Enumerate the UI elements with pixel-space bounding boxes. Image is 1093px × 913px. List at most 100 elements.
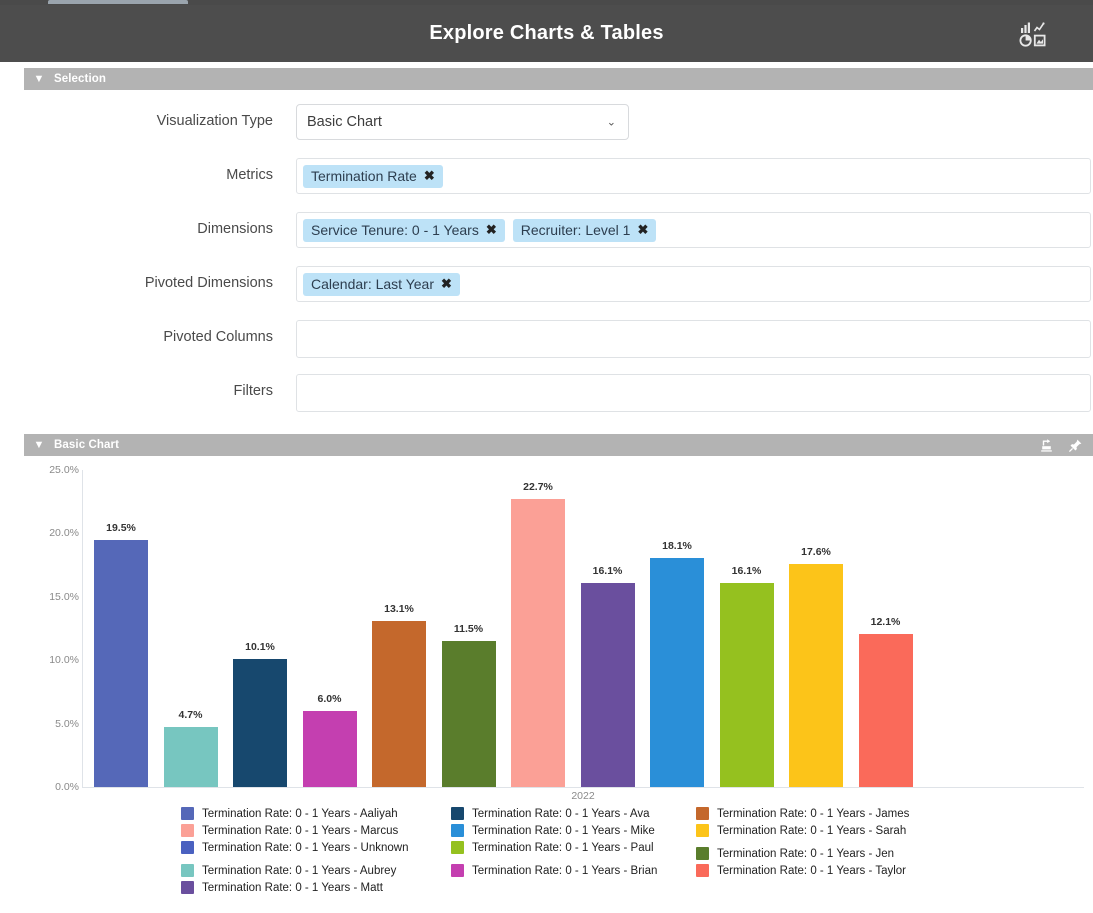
app-header: Explore Charts & Tables (0, 5, 1093, 62)
selection-panel-header[interactable]: ▼ Selection (24, 68, 1093, 90)
token-label: Calendar: Last Year (311, 275, 434, 292)
charts-tables-icon[interactable] (1018, 19, 1048, 49)
token-dimension[interactable]: Recruiter: Level 1 ✖ (512, 218, 657, 242)
legend-swatch (181, 864, 194, 877)
legend-swatch (181, 841, 194, 854)
bar[interactable] (372, 620, 426, 787)
legend-item[interactable]: Termination Rate: 0 - 1 Years - Taylor (696, 862, 936, 879)
dimensions-input[interactable]: Service Tenure: 0 - 1 Years ✖ Recruiter:… (296, 212, 1091, 248)
label-pivoted-columns: Pivoted Columns (163, 329, 273, 345)
export-icon[interactable] (1039, 438, 1054, 453)
y-axis-tick-label: 25.0% (49, 464, 79, 476)
chart-panel-title: Basic Chart (54, 439, 120, 451)
chevron-down-icon[interactable]: ▼ (24, 73, 54, 85)
pivoted-columns-input[interactable] (296, 320, 1091, 358)
form-row-visualization-type: Visualization Type Basic Chart ⌄ (24, 104, 1093, 142)
bar-value-label: 16.1% (592, 564, 623, 577)
bar-value-label: 22.7% (523, 481, 553, 494)
bar-value-label: 13.1% (384, 602, 414, 615)
bar[interactable] (858, 633, 913, 787)
chart-plot-area: 25.0% 20.0% 15.0% 10.0% 5.0% 0.0% 19.5% 4.7% 10… (24, 456, 1093, 802)
selection-panel-title: Selection (54, 73, 107, 85)
label-metrics: Metrics (226, 167, 273, 183)
bar[interactable] (94, 539, 148, 787)
bar-slot: 19.5% (94, 470, 148, 787)
bar-slot: 22.7% (511, 470, 565, 787)
legend-swatch (181, 824, 194, 837)
form-row-pivoted-dimensions: Pivoted Dimensions Calendar: Last Year ✖ (24, 266, 1093, 304)
legend-swatch (696, 807, 709, 820)
legend-label: Termination Rate: 0 - 1 Years - Mike (472, 824, 655, 837)
label-pivoted-dimensions: Pivoted Dimensions (144, 275, 273, 291)
legend-label: Termination Rate: 0 - 1 Years - Brian (472, 864, 658, 877)
x-axis-label: 2022 (571, 790, 595, 802)
legend-swatch (181, 881, 194, 894)
chart-panel-actions (1039, 434, 1083, 456)
legend-item[interactable]: Termination Rate: 0 - 1 Years - Aaliyah (181, 805, 451, 822)
bar[interactable] (441, 641, 496, 787)
tab-fragment[interactable] (48, 0, 188, 4)
bar-slot: 12.1% (858, 470, 913, 787)
bar-value-label: 12.1% (870, 615, 901, 628)
legend-swatch (181, 807, 194, 820)
bar[interactable] (511, 499, 565, 787)
close-icon[interactable]: ✖ (424, 169, 435, 182)
bar-slot: 16.1% (719, 470, 774, 787)
bar[interactable] (650, 557, 704, 787)
legend-item[interactable]: Termination Rate: 0 - 1 Years - Ava (451, 805, 696, 822)
legend-label: Termination Rate: 0 - 1 Years - Aaliyah (202, 807, 398, 820)
bar-slot: 16.1% (580, 470, 635, 787)
close-icon[interactable]: ✖ (486, 223, 497, 236)
filters-input[interactable] (296, 374, 1091, 412)
chart-panel-header[interactable]: ▼ Basic Chart (24, 434, 1093, 456)
legend-item[interactable]: Termination Rate: 0 - 1 Years - Marcus (181, 822, 451, 839)
label-visualization-type: Visualization Type (156, 113, 273, 129)
legend-item[interactable]: Termination Rate: 0 - 1 Years - James (696, 805, 936, 822)
legend-item[interactable]: Termination Rate: 0 - 1 Years - Paul (451, 839, 696, 856)
legend-item[interactable]: Termination Rate: 0 - 1 Years - Mike (451, 822, 696, 839)
y-axis-tick-label: 0.0% (55, 781, 79, 793)
close-icon[interactable]: ✖ (637, 223, 648, 236)
bar[interactable] (789, 563, 843, 787)
chart-panel-body: 25.0% 20.0% 15.0% 10.0% 5.0% 0.0% 19.5% 4.7% 10… (24, 456, 1093, 913)
bar-value-label: 11.5% (453, 623, 484, 636)
legend-swatch (696, 864, 709, 877)
bar[interactable] (233, 658, 287, 787)
token-pivoted-dimension[interactable]: Calendar: Last Year ✖ (303, 272, 460, 296)
close-icon[interactable]: ✖ (441, 277, 452, 290)
token-metric[interactable]: Termination Rate ✖ (303, 164, 443, 188)
legend-label: Termination Rate: 0 - 1 Years - Jen (717, 847, 895, 860)
bar-slot: 11.5% (441, 470, 496, 787)
legend-item[interactable]: Termination Rate: 0 - 1 Years - Aubrey (181, 862, 451, 879)
legend-column: Termination Rate: 0 - 1 Years - Aaliyah T… (181, 805, 451, 896)
legend-swatch (451, 864, 464, 877)
metrics-input[interactable]: Termination Rate ✖ (296, 158, 1091, 194)
bar-slot: 6.0% (302, 470, 357, 787)
y-axis-tick-label: 10.0% (49, 654, 79, 667)
bar-value-label: 4.7% (178, 709, 203, 722)
legend-swatch (696, 847, 709, 860)
legend-label: Termination Rate: 0 - 1 Years - James (717, 807, 910, 820)
bar[interactable] (580, 582, 635, 787)
legend-item[interactable]: Termination Rate: 0 - 1 Years - Brian (451, 862, 696, 879)
legend-item[interactable]: Termination Rate: 0 - 1 Years - Unknown (181, 839, 451, 856)
bar[interactable] (302, 710, 357, 787)
legend-item[interactable]: Termination Rate: 0 - 1 Years - Jen (696, 845, 936, 862)
legend-item[interactable]: Termination Rate: 0 - 1 Years - Matt (181, 879, 451, 896)
legend-label: Termination Rate: 0 - 1 Years - Aubrey (202, 864, 397, 877)
legend-label: Termination Rate: 0 - 1 Years - Sarah (717, 824, 907, 837)
selection-panel-body: Visualization Type Basic Chart ⌄ Metrics… (24, 90, 1093, 428)
chart-legend: Termination Rate: 0 - 1 Years - Aaliyah T… (24, 805, 1093, 896)
bar[interactable] (163, 727, 218, 787)
legend-swatch (451, 807, 464, 820)
visualization-type-select[interactable]: Basic Chart (296, 104, 629, 140)
bar[interactable] (719, 582, 774, 787)
form-row-dimensions: Dimensions Service Tenure: 0 - 1 Years ✖… (24, 212, 1093, 250)
pin-icon[interactable] (1068, 438, 1083, 453)
chevron-down-icon[interactable]: ▼ (24, 439, 54, 451)
legend-item[interactable]: Termination Rate: 0 - 1 Years - Sarah (696, 822, 936, 839)
pivoted-dimensions-input[interactable]: Calendar: Last Year ✖ (296, 266, 1091, 302)
token-dimension[interactable]: Service Tenure: 0 - 1 Years ✖ (303, 218, 505, 242)
token-label: Recruiter: Level 1 (520, 221, 631, 238)
bar-series: 19.5% 4.7% 10.1% 6.0% 13.1% 11.5% 22.7% 16.1% 18… (82, 470, 1084, 787)
